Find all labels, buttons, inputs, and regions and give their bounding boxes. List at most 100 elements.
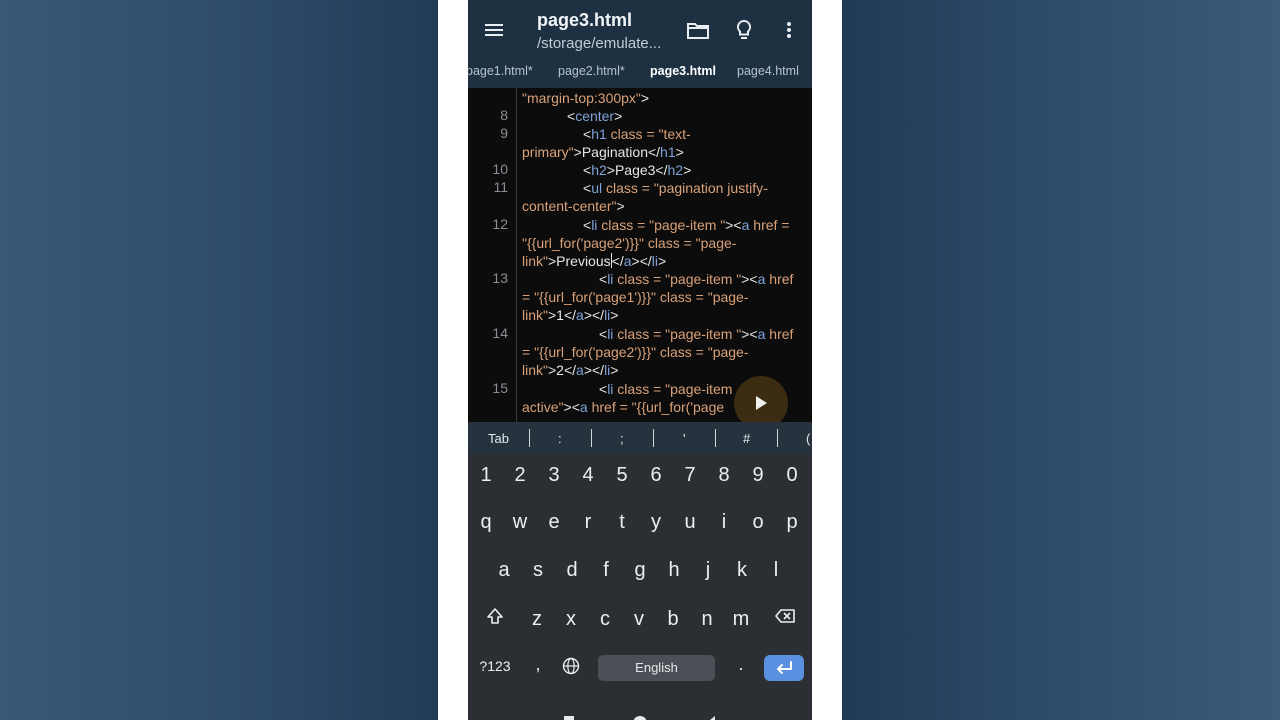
line-number: 14	[492, 325, 508, 341]
symbol-key-colon[interactable]: :	[558, 431, 562, 446]
key-f[interactable]: f	[594, 559, 618, 582]
key-u[interactable]: u	[678, 511, 702, 534]
key-s[interactable]: s	[526, 559, 550, 582]
symbol-key-semicolon[interactable]: ;	[620, 431, 624, 446]
tab-page3[interactable]: page3.html	[650, 64, 716, 78]
symbol-key-tab[interactable]: Tab	[488, 431, 509, 446]
key-l[interactable]: l	[764, 559, 788, 582]
recents-nav-icon[interactable]	[563, 712, 575, 720]
code-line: "margin-top:300px">	[522, 90, 650, 106]
key-n[interactable]: n	[695, 608, 719, 631]
code-line: <h2>Page3</h2>	[583, 162, 692, 178]
key-j[interactable]: j	[696, 559, 720, 582]
key-z[interactable]: z	[525, 608, 549, 631]
key-5[interactable]: 5	[610, 464, 634, 487]
code-line: link">Previous</a></li>	[522, 253, 667, 269]
gutter-divider	[516, 88, 517, 422]
right-frame-border	[812, 0, 842, 720]
lightbulb-icon[interactable]	[730, 16, 758, 44]
system-nav-bar	[468, 700, 812, 720]
symbol-key-hash[interactable]: #	[743, 431, 750, 446]
key-4[interactable]: 4	[576, 464, 600, 487]
code-line: <center>	[567, 108, 623, 124]
line-number: 9	[500, 125, 508, 141]
key-7[interactable]: 7	[678, 464, 702, 487]
back-nav-icon[interactable]	[704, 712, 716, 720]
key-3[interactable]: 3	[542, 464, 566, 487]
key-b[interactable]: b	[661, 608, 685, 631]
code-line: <li class = "page-item "><a href =	[583, 217, 790, 233]
play-icon	[756, 396, 767, 410]
left-frame-border	[438, 0, 468, 720]
key-t[interactable]: t	[610, 511, 634, 534]
on-screen-keyboard: 1234567890 qwertyuiop asdfghjkl zxcvbnm …	[468, 454, 812, 720]
line-number: 10	[492, 161, 508, 177]
code-line: <h1 class = "text-	[583, 126, 691, 142]
backspace-key[interactable]	[770, 606, 800, 632]
file-title: page3.html	[537, 10, 633, 30]
line-number: 12	[492, 216, 508, 232]
globe-icon	[562, 657, 580, 675]
tab-page4[interactable]: page4.html	[737, 64, 799, 78]
key-i[interactable]: i	[712, 511, 736, 534]
key-d[interactable]: d	[560, 559, 584, 582]
symbols-key[interactable]: ?123	[476, 658, 514, 674]
line-number: 15	[492, 380, 508, 396]
code-line: link">2</a></li>	[522, 362, 619, 378]
language-key[interactable]	[560, 656, 582, 682]
run-button[interactable]	[734, 376, 788, 422]
key-y[interactable]: y	[644, 511, 668, 534]
enter-key[interactable]	[764, 655, 804, 681]
key-q[interactable]: q	[474, 511, 498, 534]
symbol-bar: Tab : ; ' # (	[468, 422, 812, 454]
key-6[interactable]: 6	[644, 464, 668, 487]
key-1[interactable]: 1	[474, 464, 498, 487]
key-p[interactable]: p	[780, 511, 804, 534]
home-nav-icon[interactable]	[632, 712, 648, 720]
key-k[interactable]: k	[730, 559, 754, 582]
divider	[653, 429, 654, 447]
key-r[interactable]: r	[576, 511, 600, 534]
space-key[interactable]: English	[598, 655, 715, 681]
code-line: primary">Pagination</h1>	[522, 144, 684, 160]
line-number: 8	[500, 107, 508, 123]
key-e[interactable]: e	[542, 511, 566, 534]
tab-page1[interactable]: page1.html*	[468, 64, 533, 78]
code-line: <ul class = "pagination justify-	[583, 180, 768, 196]
shift-key[interactable]	[480, 606, 510, 632]
key-9[interactable]: 9	[746, 464, 770, 487]
key-8[interactable]: 8	[712, 464, 736, 487]
divider	[529, 429, 530, 447]
vertical-dots-icon[interactable]	[775, 16, 803, 44]
period-key[interactable]: .	[731, 654, 751, 675]
key-o[interactable]: o	[746, 511, 770, 534]
code-line: content-center">	[522, 198, 625, 214]
symbol-key-quote[interactable]: '	[683, 431, 685, 446]
file-path: /storage/emulate...	[537, 35, 662, 52]
key-m[interactable]: m	[729, 608, 753, 631]
code-line: "{{url_for('page2')}}" class = "page-	[522, 235, 737, 251]
code-line: <li class = "page-item "><a href	[599, 271, 794, 287]
key-c[interactable]: c	[593, 608, 617, 631]
key-v[interactable]: v	[627, 608, 651, 631]
comma-key[interactable]: ,	[528, 654, 548, 675]
key-x[interactable]: x	[559, 608, 583, 631]
phone-screen: page3.html /storage/emulate... page1.htm…	[468, 0, 812, 720]
key-g[interactable]: g	[628, 559, 652, 582]
key-2[interactable]: 2	[508, 464, 532, 487]
app-bar: page3.html /storage/emulate... page1.htm…	[468, 0, 812, 88]
divider	[777, 429, 778, 447]
folder-icon[interactable]	[684, 16, 712, 44]
divider	[591, 429, 592, 447]
code-line: <li class = "page-item	[599, 381, 733, 397]
key-h[interactable]: h	[662, 559, 686, 582]
key-0[interactable]: 0	[780, 464, 804, 487]
code-editor[interactable]: 8 9 10 11 12 13 14 15 "margin-top:300px"…	[468, 88, 812, 422]
code-line: <li class = "page-item "><a href	[599, 326, 794, 342]
key-a[interactable]: a	[492, 559, 516, 582]
tab-page2[interactable]: page2.html*	[558, 64, 625, 78]
hamburger-menu-icon[interactable]	[484, 20, 506, 40]
symbol-key-paren[interactable]: (	[806, 431, 810, 446]
backspace-icon	[775, 609, 795, 623]
key-w[interactable]: w	[508, 511, 532, 534]
